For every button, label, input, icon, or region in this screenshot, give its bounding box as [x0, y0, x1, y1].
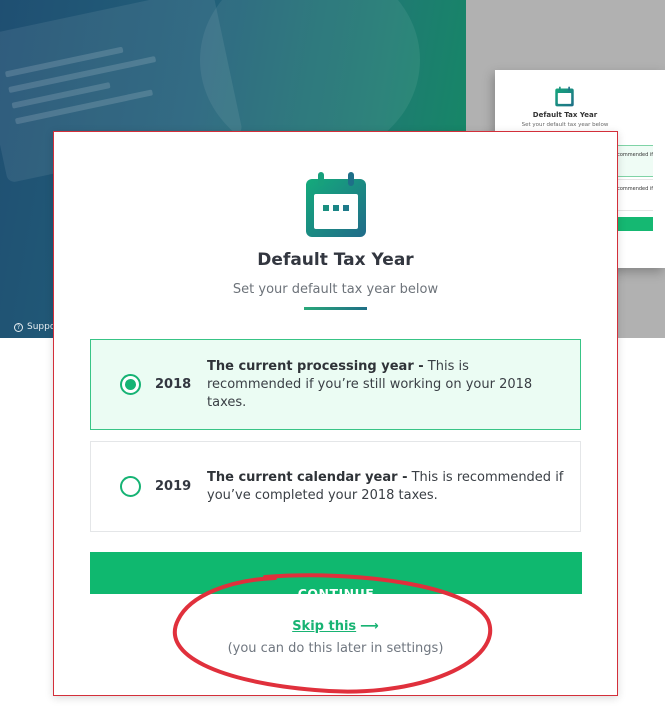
preview-subtitle: Set your default tax year below	[521, 122, 609, 128]
title-underline	[304, 307, 367, 310]
continue-button[interactable]: CONTINUE	[90, 552, 582, 594]
default-tax-year-modal: Default Tax Year Set your default tax ye…	[53, 131, 618, 696]
option-year: 2018	[155, 377, 192, 392]
calendar-icon	[306, 172, 366, 237]
radio-unselected-icon[interactable]	[120, 476, 141, 497]
calendar-icon	[555, 86, 574, 107]
option-description: The current calendar year - This is reco…	[207, 469, 567, 505]
option-processing-year[interactable]: 2018 The current processing year - This …	[90, 339, 581, 430]
arrow-right-icon[interactable]: ⟶	[360, 619, 379, 634]
option-heading: The current processing year -	[207, 358, 424, 374]
option-heading: The current calendar year -	[207, 469, 408, 485]
help-icon: ?	[14, 322, 23, 332]
option-year: 2019	[155, 479, 192, 494]
option-description: The current processing year - This is re…	[207, 358, 567, 412]
skip-link[interactable]: Skip this	[292, 619, 356, 634]
radio-selected-icon[interactable]	[120, 374, 141, 395]
preview-title: Default Tax Year	[532, 111, 598, 119]
modal-subtitle: Set your default tax year below	[232, 282, 439, 297]
skip-row: Skip this ⟶	[54, 619, 617, 634]
skip-note: (you can do this later in settings)	[227, 641, 444, 656]
option-calendar-year[interactable]: 2019 The current calendar year - This is…	[90, 441, 581, 532]
modal-title: Default Tax Year	[257, 250, 414, 270]
continue-label: CONTINUE	[297, 586, 375, 594]
